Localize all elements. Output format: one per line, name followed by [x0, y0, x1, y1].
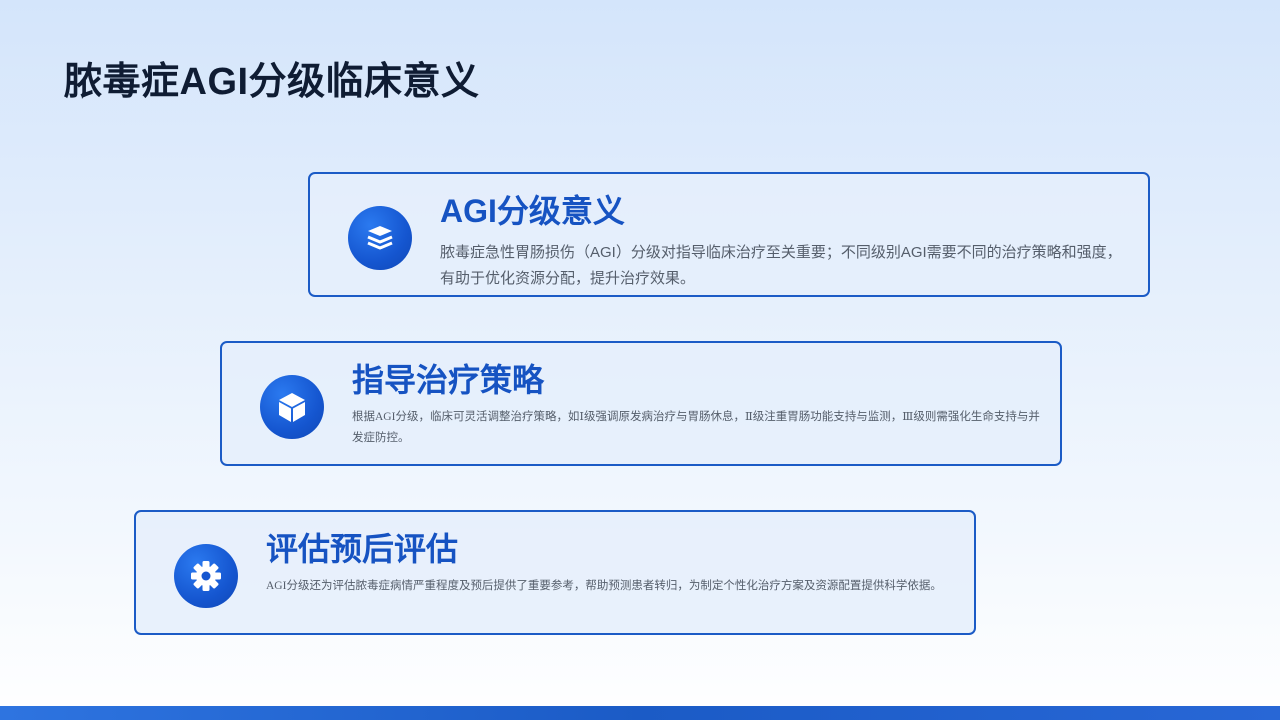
gear-icon [174, 544, 238, 608]
bottom-accent-bar [0, 706, 1280, 720]
card-prognosis: 评估预后评估 AGI分级还为评估脓毒症病情严重程度及预后提供了重要参考，帮助预测… [134, 510, 976, 635]
card-description: 脓毒症急性胃肠损伤（AGI）分级对指导临床治疗至关重要；不同级别AGI需要不同的… [440, 244, 1122, 287]
card-title: AGI分级意义 [440, 193, 625, 229]
page-title: 脓毒症AGI分级临床意义 [64, 61, 480, 103]
card-description: AGI分级还为评估脓毒症病情严重程度及预后提供了重要参考，帮助预测患者转归，为制… [266, 580, 942, 592]
card-title: 评估预后评估 [266, 531, 459, 567]
cube-icon [260, 375, 324, 439]
card-agi-significance: AGI分级意义 脓毒症急性胃肠损伤（AGI）分级对指导临床治疗至关重要；不同级别… [308, 172, 1150, 297]
card-description: 根据AGI分级，临床可灵活调整治疗策略，如Ⅰ级强调原发病治疗与胃肠休息，Ⅱ级注重… [352, 411, 1040, 444]
card-title: 指导治疗策略 [352, 362, 545, 398]
layers-icon [348, 206, 412, 270]
card-treatment-strategy: 指导治疗策略 根据AGI分级，临床可灵活调整治疗策略，如Ⅰ级强调原发病治疗与胃肠… [220, 341, 1062, 466]
